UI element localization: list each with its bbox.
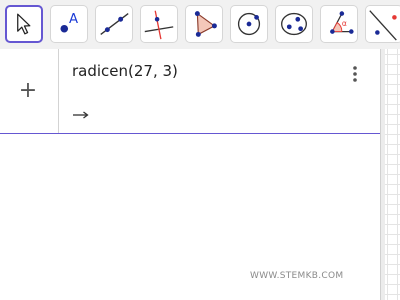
polygon-icon: [194, 11, 217, 37]
ellipse-tool-button[interactable]: [275, 5, 313, 43]
more-vertical-icon[interactable]: [345, 64, 365, 84]
reflect-line-icon: [369, 10, 397, 41]
line-through-two-points-icon: [100, 13, 129, 35]
reflect-tool-button[interactable]: [365, 5, 400, 43]
row-gutter: +: [0, 49, 59, 133]
algebra-view: + radicen(27, 3) WWW.STEMKB.COM: [0, 49, 380, 300]
perpendicular-line-icon: [144, 10, 174, 40]
algebra-input[interactable]: radicen(27, 3): [72, 62, 178, 80]
circle-tool-button[interactable]: [230, 5, 268, 43]
move-tool-button[interactable]: [5, 5, 43, 43]
point-label: A: [69, 12, 78, 27]
circle-with-center-icon: [237, 12, 261, 36]
perpendicular-line-tool-button[interactable]: [140, 5, 178, 43]
add-input-button[interactable]: +: [17, 80, 39, 102]
angle-label: α: [342, 19, 347, 28]
point-tool-button[interactable]: A: [50, 5, 88, 43]
cursor-arrow-icon: [17, 13, 31, 35]
right-arrow-icon: [72, 107, 90, 121]
angle-alpha-icon: α: [330, 11, 354, 34]
angle-tool-button[interactable]: α: [320, 5, 358, 43]
polygon-tool-button[interactable]: [185, 5, 223, 43]
ellipse-icon: [281, 12, 307, 36]
toolbar: A α: [0, 0, 400, 50]
line-tool-button[interactable]: [95, 5, 133, 43]
watermark-text: WWW.STEMKB.COM: [250, 271, 344, 281]
graphics-view[interactable]: [385, 49, 400, 300]
point-a-icon: A: [60, 12, 78, 33]
input-row-underline: [0, 133, 380, 134]
